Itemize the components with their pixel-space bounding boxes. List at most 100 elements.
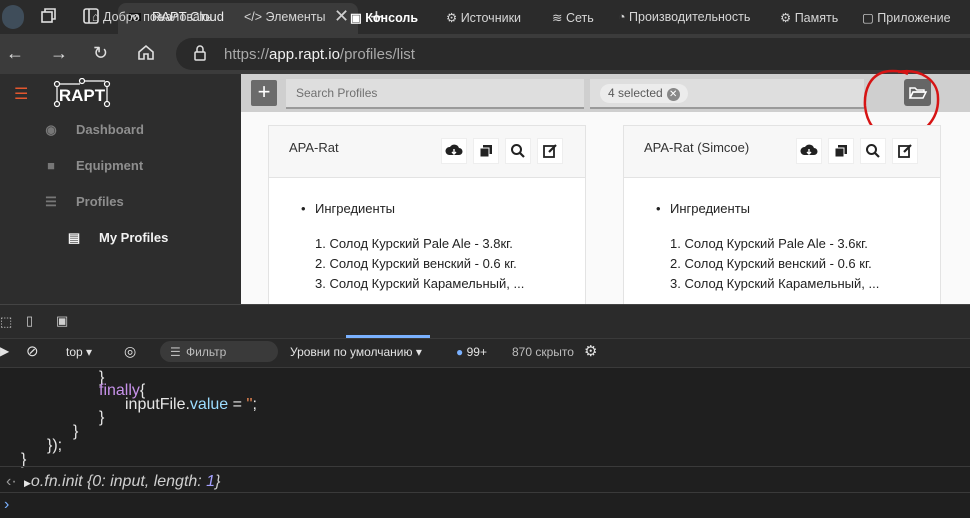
clear-console-icon[interactable]: ⊘ (26, 342, 39, 360)
copy-icon (479, 145, 492, 158)
sidebar-item-my-profiles[interactable]: ▤ My Profiles (63, 230, 169, 246)
device-toolbar-icon[interactable]: ▯ (26, 313, 33, 329)
cloud-download-icon (800, 144, 818, 155)
console-output[interactable] (0, 368, 970, 518)
console-prompt-icon[interactable]: › (4, 496, 9, 514)
context-label: top (66, 345, 83, 359)
expand-arrow-icon[interactable]: ▶ (24, 478, 31, 488)
live-expression-icon[interactable]: ◎ (124, 343, 136, 360)
lock-icon[interactable] (193, 45, 207, 66)
list-item: 2. Солод Курский венский - 0.6 кг. (670, 256, 872, 271)
list-icon: ☰ (45, 194, 57, 209)
hamburger-menu-icon[interactable]: ☰ (14, 84, 28, 104)
levels-label: Уровни по умолчанию (290, 345, 413, 359)
copy-icon (834, 145, 847, 158)
edit-button[interactable] (537, 138, 563, 164)
edit-icon (898, 144, 912, 158)
console-result[interactable]: ▶o.fn.init {0: input, length: 1} (24, 473, 220, 491)
rapt-logo[interactable]: RAPT (52, 77, 112, 108)
sidebar-item-label: Equipment (76, 158, 144, 173)
clear-selection-icon[interactable]: ✕ (666, 88, 680, 101)
tab-label: Память (794, 11, 839, 25)
selection-field[interactable]: 4 selected ✕ (590, 79, 864, 109)
tab-elements[interactable]: </> Элементы (244, 10, 326, 24)
close-tab-icon[interactable]: ✕ (334, 6, 349, 27)
tab-label: Элементы (265, 10, 326, 24)
search-input[interactable]: Search Profiles (286, 79, 584, 109)
tab-welcome[interactable]: ⌂ Добро пожаловать (92, 10, 212, 24)
tab-performance[interactable]: ◔ Производительность (618, 10, 750, 24)
code-property: value (189, 396, 229, 413)
log-levels-dropdown[interactable]: Уровни по умолчанию ▾ (290, 345, 422, 359)
dock-side-icon[interactable]: ▣ (56, 313, 68, 329)
tab-label: Приложение (877, 11, 951, 25)
list-item: 3. Солод Курский Карамельный, ... (315, 276, 525, 291)
search-icon (866, 144, 880, 158)
card-header: APA-Rat (269, 126, 585, 178)
sidebar-item-equipment[interactable]: ■ Equipment (40, 158, 143, 173)
tab-label: Добро пожаловать (103, 10, 212, 24)
duplicate-button[interactable] (473, 138, 499, 164)
code-text: inputFile. (125, 396, 190, 413)
selected-chip[interactable]: 4 selected ✕ (600, 84, 688, 103)
issues-count: 99+ (466, 345, 487, 359)
tab-network[interactable]: ≋ Сеть (552, 10, 594, 25)
result-input: input (110, 473, 145, 490)
reload-icon[interactable]: ↻ (93, 43, 108, 63)
tab-sources[interactable]: ⚙ Источники (446, 10, 521, 25)
home-icon[interactable] (137, 43, 155, 65)
toolbox-icon: ■ (47, 158, 55, 173)
back-icon[interactable]: ← (6, 43, 24, 63)
list-item: 1. Солод Курский Pale Ale - 3.6кг. (670, 236, 868, 251)
code-line: } (99, 409, 105, 426)
context-selector[interactable]: top ▾ (66, 345, 92, 359)
sidebar-toggle-icon[interactable]: ▶ (0, 344, 9, 358)
dashboard-icon: ◉ (45, 122, 57, 137)
search-placeholder: Search Profiles (296, 86, 378, 100)
filter-placeholder: Фильтр (186, 345, 227, 359)
console-settings-icon[interactable]: ⚙ (584, 342, 597, 360)
ingredients-heading: Ингредиенты (656, 201, 750, 216)
devtools-tab-strip (0, 304, 970, 338)
view-button[interactable] (505, 138, 531, 164)
tab-memory[interactable]: ⚙ Память (780, 10, 838, 25)
download-button[interactable] (796, 138, 822, 164)
inspect-element-icon[interactable]: ⬚ (0, 314, 12, 330)
tab-label: Сеть (565, 11, 594, 25)
tab-label: Источники (460, 11, 522, 25)
url-scheme: https:// (224, 46, 270, 63)
card-title: APA-Rat (289, 140, 339, 155)
edit-button[interactable] (892, 138, 918, 164)
url-host: app.rapt.io (269, 46, 340, 63)
workspaces-icon[interactable] (40, 7, 58, 29)
tab-application[interactable]: ▢ Приложение (862, 10, 951, 25)
list-item: 1. Солод Курский Pale Ale - 3.8кг. (315, 236, 513, 251)
filter-icon: ☰ (170, 345, 181, 359)
code-line: }); (47, 437, 63, 454)
tab-label: Консоль (365, 11, 419, 25)
sidebar-item-profiles[interactable]: ☰ Profiles (40, 194, 124, 210)
clipboard-icon: ▤ (67, 230, 81, 245)
code-line: inputFile.value = ''; (125, 396, 257, 414)
forward-icon[interactable]: → (50, 43, 68, 63)
card-title: APA-Rat (Simcoe) (644, 140, 750, 155)
sidebar-item-dashboard[interactable]: ◉ Dashboard (40, 122, 144, 138)
tab-console[interactable]: ▣ Консоль (350, 10, 418, 25)
add-profile-button[interactable]: + (251, 80, 277, 106)
list-item: 2. Солод Курский венский - 0.6 кг. (315, 256, 517, 271)
divider (0, 492, 970, 493)
url-text[interactable]: https://app.rapt.io/profiles/list (224, 46, 415, 63)
view-button[interactable] (860, 138, 886, 164)
logo-text: RAPT (59, 86, 106, 105)
issues-icon: ● (456, 345, 464, 359)
hidden-count: 870 скрыто (512, 345, 574, 359)
profile-avatar-icon[interactable] (2, 5, 24, 29)
cloud-download-icon (445, 144, 463, 155)
result-text: o.fn.init {0: (30, 473, 111, 490)
download-button[interactable] (441, 138, 467, 164)
duplicate-button[interactable] (828, 138, 854, 164)
filter-input[interactable]: ☰ Фильтр (160, 341, 278, 362)
profile-card: APA-Rat (Simcoe) Ингредиенты 1. Солод Ку… (623, 125, 941, 305)
issues-badge[interactable]: ● 99+ (456, 345, 487, 359)
result-text: } (215, 473, 221, 490)
